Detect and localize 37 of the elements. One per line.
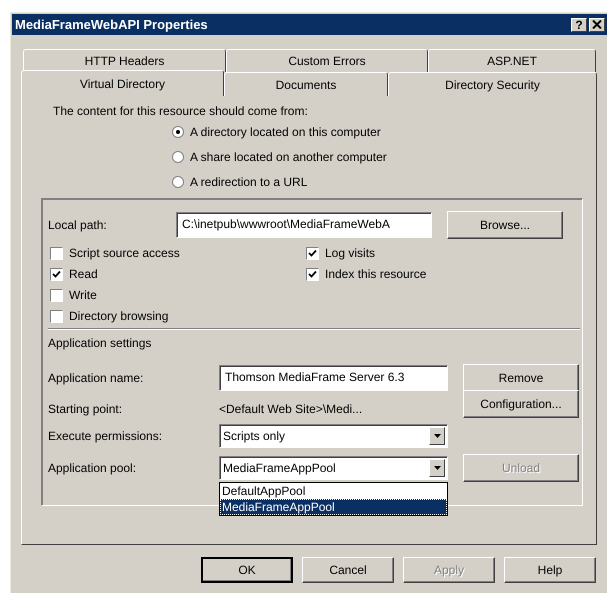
field-label: Execute permissions: (48, 429, 164, 443)
window-title: MediaFrameWebAPI Properties (15, 17, 209, 32)
local-path-field[interactable]: C:\inetpub\wwwroot\MediaFrameWebA (176, 212, 432, 238)
dialog-button[interactable]: Help (504, 557, 596, 583)
checkbox-label: Log visits (325, 246, 376, 260)
checkbox-label: Index this resource (325, 267, 426, 281)
browse-button[interactable]: Browse... (447, 211, 563, 239)
application-name-field[interactable]: Thomson MediaFrame Server 6.3 (219, 365, 448, 391)
field-label: Application pool: (48, 461, 138, 475)
execute-permissions-dropdown[interactable]: Scripts only (219, 424, 448, 448)
help-button[interactable]: ? (571, 18, 587, 32)
radio-label: A share located on another computer (190, 150, 387, 164)
remove-button[interactable]: Remove (463, 364, 579, 392)
radio-label: A directory located on this computer (190, 125, 381, 139)
configuration-button[interactable]: Configuration... (463, 390, 579, 418)
tab[interactable]: Directory Security (388, 72, 597, 96)
local-path-label: Local path: (48, 218, 108, 232)
field-label: Application name: (48, 371, 144, 385)
source-label: The content for this resource should come from: (53, 104, 309, 118)
tab[interactable]: Documents (224, 72, 388, 96)
field-label: Starting point: (48, 402, 124, 416)
checkbox-label: Directory browsing (69, 309, 168, 323)
starting-point-value: <Default Web Site>\Medi... (219, 402, 364, 416)
dialog-button[interactable]: Cancel (302, 557, 394, 583)
dropdown-option[interactable]: MediaFrameAppPool (220, 499, 447, 515)
tab[interactable]: ASP.NET (428, 49, 596, 72)
tab[interactable]: Virtual Directory (21, 70, 224, 96)
tab[interactable]: HTTP Headers (23, 49, 226, 72)
checkbox-label: Read (69, 267, 98, 281)
radio-label: A redirection to a URL (190, 175, 308, 189)
checkbox-label: Script source access (69, 246, 180, 260)
checkbox-label: Write (69, 288, 97, 302)
application-pool-dropdown[interactable]: MediaFrameAppPool (219, 456, 448, 480)
dialog-button[interactable]: OK (201, 557, 293, 583)
dropdown-option[interactable]: DefaultAppPool (220, 483, 447, 499)
section-heading: Application settings (48, 336, 152, 350)
tab[interactable]: Custom Errors (226, 49, 428, 72)
